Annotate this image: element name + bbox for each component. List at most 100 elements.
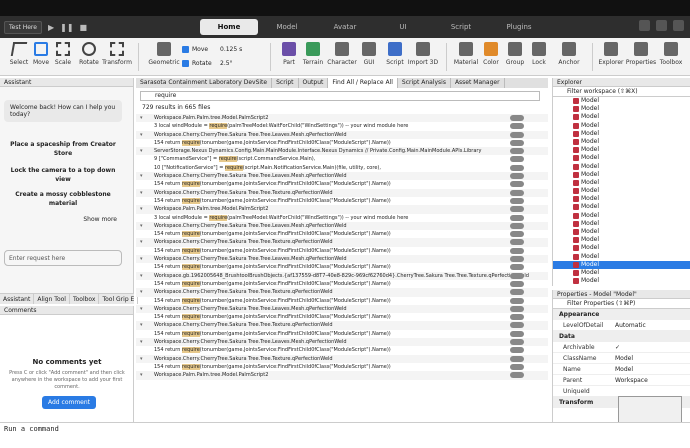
rotate-snap-toggle[interactable]: Rotate — [182, 60, 212, 67]
explorer-item[interactable]: Model — [553, 277, 690, 285]
replace-toggle-icon[interactable] — [510, 355, 524, 362]
suggestion-3[interactable]: Create a mossy cobblestone material — [4, 190, 122, 208]
tab-plugins[interactable]: Plugins — [490, 19, 548, 35]
test-here-dropdown[interactable]: Test Here — [4, 20, 42, 34]
result-file-row[interactable]: ▾ Workspace.Cherry.CherryTree.Sakura Tree… — [136, 255, 548, 264]
replace-toggle-icon[interactable] — [510, 123, 524, 130]
doc-tab[interactable]: Script Analysis — [398, 78, 451, 88]
replace-toggle-icon[interactable] — [510, 347, 524, 354]
replace-toggle-icon[interactable] — [510, 322, 524, 329]
property-group[interactable]: Data — [553, 331, 690, 342]
replace-toggle-icon[interactable] — [510, 289, 524, 296]
chevron-down-icon[interactable]: ▾ — [140, 272, 143, 280]
doc-tab[interactable]: Sarasota Containment Laboratory DevSite — [136, 78, 273, 88]
explorer-item[interactable]: Model — [553, 122, 690, 130]
result-file-row[interactable]: ▾ Workspace.Palm.Palm.tree.Model.PalmScri… — [136, 114, 548, 123]
chevron-down-icon[interactable]: ▾ — [140, 355, 143, 363]
tab-assistant[interactable]: Assistant — [0, 294, 35, 304]
replace-toggle-icon[interactable] — [510, 363, 524, 370]
result-file-row[interactable]: ▾ Workspace.Cherry.CherryTree.Sakura Tree… — [136, 221, 548, 231]
doc-tab[interactable]: Output — [299, 78, 329, 88]
command-bar[interactable]: Run a command — [0, 422, 690, 435]
property-row[interactable]: Name Model — [553, 364, 690, 375]
explorer-item[interactable]: Model — [553, 260, 690, 269]
result-file-row[interactable]: ▾ Workspace.gb.1962005648_BrushtoolBrushO… — [136, 271, 548, 280]
transform-tool[interactable]: Transform — [100, 42, 134, 66]
result-line-row[interactable]: 154 return require(tonumber(game.JointsS… — [136, 247, 548, 255]
result-file-row[interactable]: ▾ Workspace.Cherry.CherryTree.Sakura Tree… — [136, 354, 548, 363]
explorer-item[interactable]: Model — [553, 130, 690, 138]
result-line-row[interactable]: 154 return require(tonumber(game.JointsS… — [136, 330, 548, 338]
rotate-snap-value[interactable]: 2.5° — [220, 60, 233, 67]
explorer-item[interactable]: Model — [553, 253, 690, 261]
chevron-down-icon[interactable]: ▾ — [140, 147, 143, 155]
share-icon[interactable] — [639, 20, 650, 31]
replace-toggle-icon[interactable] — [510, 330, 524, 337]
explorer-item[interactable]: Model — [553, 138, 690, 146]
toolbox-tool[interactable]: Toolbox — [654, 42, 688, 66]
property-value[interactable]: Workspace — [615, 375, 648, 385]
result-line-row[interactable]: 154 return require(tonumber(game.JointsS… — [136, 230, 548, 238]
import-3d-tool[interactable]: Import 3D — [404, 42, 442, 66]
add-comment-button[interactable]: Add comment — [42, 396, 97, 409]
pause-icon[interactable]: ❚❚ — [60, 23, 73, 32]
stop-icon[interactable]: ■ — [80, 23, 88, 32]
replace-toggle-icon[interactable] — [510, 297, 524, 304]
explorer-filter-input[interactable]: Filter workspace (⇧⌘X) — [553, 87, 690, 97]
explorer-item[interactable]: Model — [553, 212, 690, 220]
result-file-row[interactable]: ▾ Workspace.Palm.Palm.tree.Model.PalmScri… — [136, 205, 548, 214]
replace-toggle-icon[interactable] — [510, 222, 524, 229]
replace-toggle-icon[interactable] — [510, 139, 524, 146]
chevron-down-icon[interactable]: ▾ — [140, 238, 143, 246]
property-value[interactable]: Model — [615, 364, 633, 374]
assistant-input[interactable]: Enter request here — [4, 250, 122, 266]
anchor-tool[interactable]: Anchor — [552, 42, 586, 66]
settings-icon[interactable] — [656, 20, 667, 31]
replace-toggle-icon[interactable] — [510, 314, 524, 321]
move-snap-toggle[interactable]: Move — [182, 46, 208, 53]
replace-toggle-icon[interactable] — [510, 197, 524, 204]
explorer-item[interactable]: Model — [553, 269, 690, 277]
replace-toggle-icon[interactable] — [510, 231, 524, 238]
property-group[interactable]: Appearance — [553, 309, 690, 320]
result-line-row[interactable]: 154 return require(tonumber(game.JointsS… — [136, 297, 548, 305]
explorer-item[interactable]: Model — [553, 179, 690, 187]
explorer-item[interactable]: Model — [553, 171, 690, 179]
replace-toggle-icon[interactable] — [510, 189, 524, 196]
tab-script[interactable]: Script — [432, 19, 490, 35]
result-file-row[interactable]: ▾ Workspace.Cherry.CherryTree.Sakura Tree… — [136, 130, 548, 139]
chevron-down-icon[interactable]: ▾ — [140, 288, 143, 296]
replace-toggle-icon[interactable] — [510, 247, 524, 254]
tab-tool-grip[interactable]: Tool Grip E — [99, 294, 139, 304]
explorer-item[interactable]: Model — [553, 244, 690, 252]
play-icon[interactable]: ▶ — [48, 23, 54, 32]
result-file-row[interactable]: ▾ Workspace.Cherry.CherryTree.Sakura Tree… — [136, 172, 548, 181]
chevron-down-icon[interactable]: ▾ — [140, 131, 143, 139]
explorer-item[interactable]: Model — [553, 203, 690, 211]
explorer-item[interactable]: Model — [553, 187, 690, 195]
avatar-icon[interactable] — [673, 20, 684, 31]
result-file-row[interactable]: ▾ Workspace.Cherry.CherryTree.Sakura Tree… — [136, 321, 548, 330]
replace-toggle-icon[interactable] — [510, 206, 524, 213]
explorer-item[interactable]: Model — [553, 97, 690, 105]
result-file-row[interactable]: ▾ ServerStorage.Nexus Dynamics.Config.Mai… — [136, 147, 548, 156]
doc-tab[interactable]: Asset Manager — [451, 78, 505, 88]
doc-tab[interactable]: Script — [272, 78, 299, 88]
result-line-row[interactable]: 154 return require(tonumber(game.JointsS… — [136, 346, 548, 354]
chevron-down-icon[interactable]: ▾ — [140, 189, 143, 197]
property-row[interactable]: Archivable ✓ — [553, 342, 690, 353]
chevron-down-icon[interactable]: ▾ — [140, 172, 143, 180]
explorer-item[interactable]: Model — [553, 154, 690, 162]
replace-toggle-icon[interactable] — [510, 280, 524, 287]
doc-tab[interactable]: Find All / Replace All — [328, 78, 398, 88]
replace-toggle-icon[interactable] — [510, 239, 524, 246]
find-search-input[interactable]: require — [140, 91, 540, 101]
replace-toggle-icon[interactable] — [510, 256, 524, 263]
chevron-down-icon[interactable]: ▾ — [140, 114, 143, 122]
suggestion-1[interactable]: Place a spaceship from Creator Store — [4, 140, 122, 158]
explorer-item[interactable]: Model — [553, 105, 690, 113]
geometric-tool[interactable]: Geometric — [144, 42, 184, 66]
replace-toggle-icon[interactable] — [510, 148, 524, 155]
tab-toolbox[interactable]: Toolbox — [70, 294, 100, 304]
replace-toggle-icon[interactable] — [510, 372, 524, 379]
